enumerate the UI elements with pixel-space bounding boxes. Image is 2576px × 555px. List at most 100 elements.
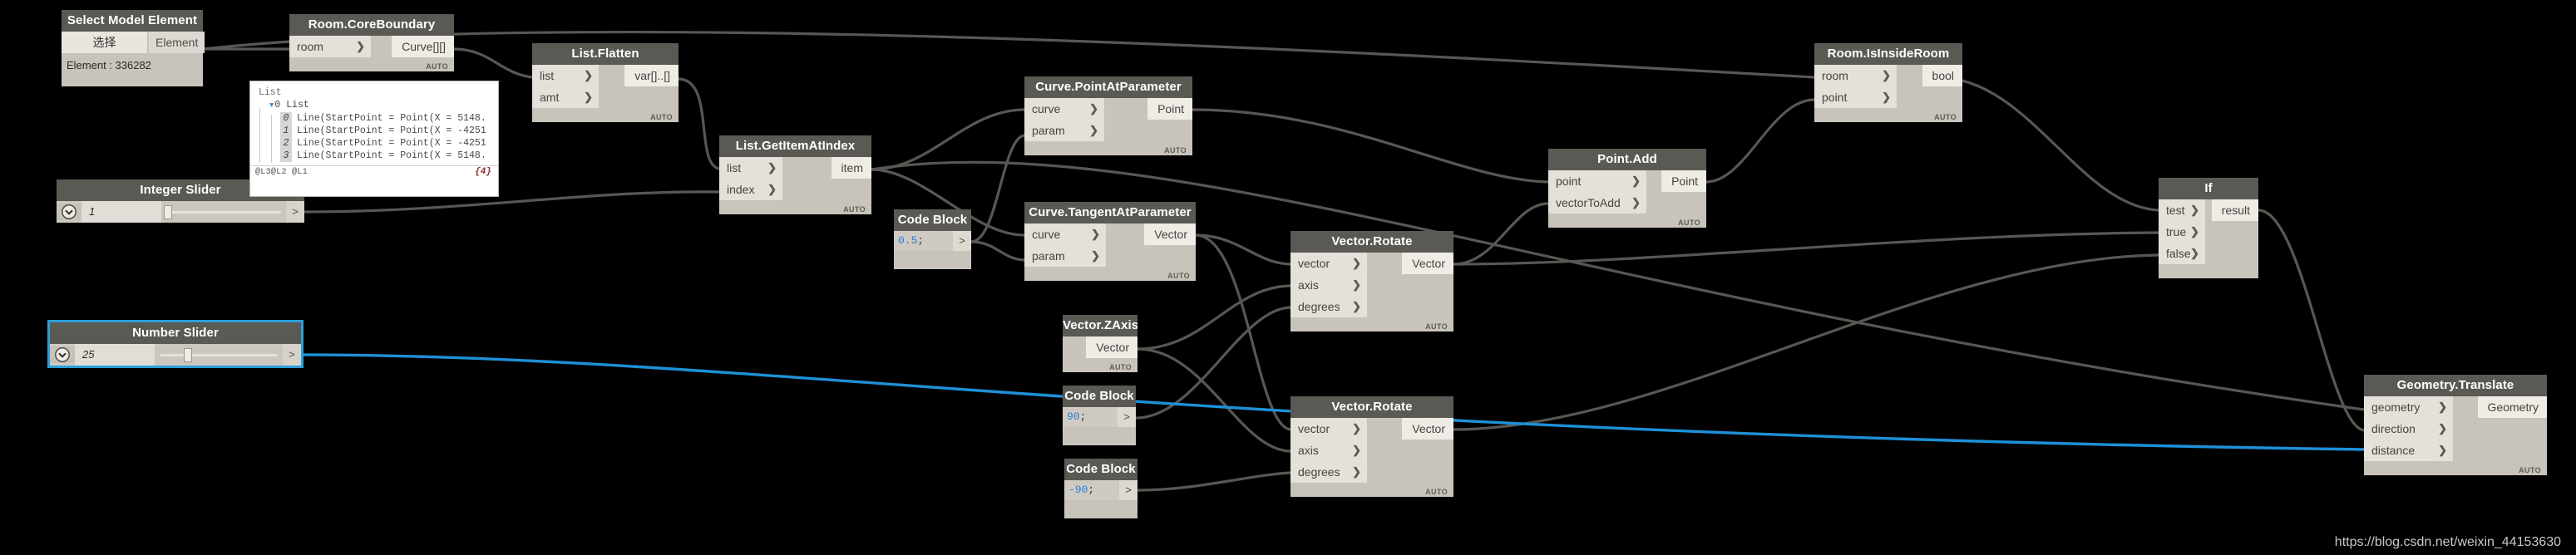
slider-track-line [166, 211, 281, 214]
output-port-item[interactable]: item [831, 157, 871, 179]
slider-thumb[interactable] [184, 348, 192, 362]
run-mode-badge: AUTO [1425, 322, 1448, 331]
run-mode-badge: AUTO [1678, 219, 1700, 227]
input-port-list[interactable]: list [532, 65, 599, 86]
caret-down-icon[interactable]: ▼ [269, 101, 274, 110]
node-footer: AUTO [289, 57, 454, 71]
input-port-true[interactable]: true [2159, 221, 2205, 243]
node-curve-point-at-parameter[interactable]: Curve.PointAtParameter curve param Point… [1024, 76, 1192, 155]
node-footer: AUTO [2364, 461, 2547, 475]
node-code-block-90[interactable]: Code Block 90; > [1063, 386, 1136, 445]
node-title: List.Flatten [532, 43, 679, 65]
output-port-vector[interactable]: Vector [1144, 223, 1196, 245]
input-port-vector[interactable]: vector [1290, 253, 1367, 274]
input-ports: list amt [532, 65, 599, 108]
code-block-editor[interactable]: -90; [1064, 480, 1119, 500]
input-port-distance[interactable]: distance [2364, 440, 2453, 461]
output-port-vector[interactable]: Vector [1086, 336, 1137, 358]
output-port-element[interactable]: Element [149, 32, 205, 53]
input-port-geometry[interactable]: geometry [2364, 396, 2453, 418]
node-title: Code Block [1063, 386, 1136, 407]
node-select-model-element[interactable]: Select Model Element 选择 Element Element … [62, 10, 205, 86]
select-model-element-row: 选择 Element [62, 32, 205, 53]
code-block-editor[interactable]: 90; [1063, 407, 1118, 427]
input-port-curve[interactable]: curve [1024, 98, 1104, 120]
input-port-degrees[interactable]: degrees [1290, 461, 1367, 483]
output-port-bool[interactable]: bool [1922, 65, 1962, 86]
output-port-var[interactable]: var[]..[] [624, 65, 679, 86]
input-port-point[interactable]: point [1548, 170, 1646, 192]
output-port-point[interactable]: Point [1661, 170, 1706, 192]
input-port-direction[interactable]: direction [2364, 418, 2453, 440]
output-port-value[interactable]: > [953, 231, 971, 251]
node-vector-rotate-top[interactable]: Vector.Rotate vector axis degrees Vector… [1290, 231, 1453, 332]
output-port-value[interactable]: > [1118, 407, 1136, 427]
select-button[interactable]: 选择 [62, 32, 149, 53]
input-port-false[interactable]: false [2159, 243, 2205, 264]
list-count: {4} [475, 167, 491, 177]
input-port-vector-to-add[interactable]: vectorToAdd [1548, 192, 1646, 214]
output-port-point[interactable]: Point [1147, 98, 1192, 120]
node-footer: AUTO [1024, 141, 1192, 155]
node-list-get-item-at-index[interactable]: List.GetItemAtIndex list index item AUTO [719, 135, 871, 214]
node-room-is-inside-room[interactable]: Room.IsInsideRoom room point bool AUTO [1814, 43, 1962, 122]
node-body: point vectorToAdd Point [1548, 170, 1706, 214]
node-title: Curve.PointAtParameter [1024, 76, 1192, 98]
node-room-core-boundary[interactable]: Room.CoreBoundary room Curve[][] AUTO [289, 14, 454, 71]
slider-value[interactable]: 25 [75, 344, 155, 366]
output-port-value[interactable]: > [286, 201, 304, 223]
chevron-down-icon[interactable] [50, 346, 75, 363]
node-geometry-translate[interactable]: Geometry.Translate geometry direction di… [2364, 375, 2547, 475]
input-ports: curve param [1024, 98, 1104, 141]
node-if[interactable]: If test true false result [2159, 178, 2258, 278]
slider-row: 25 > [50, 344, 301, 366]
slider-value[interactable]: 1 [81, 201, 161, 223]
node-vector-rotate-bottom[interactable]: Vector.Rotate vector axis degrees Vector… [1290, 396, 1453, 497]
chevron-down-icon[interactable] [57, 204, 81, 220]
dynamo-graph-canvas[interactable]: Select Model Element 选择 Element Element … [0, 0, 2576, 555]
input-port-list[interactable]: list [719, 157, 782, 179]
input-port-room[interactable]: room [1814, 65, 1897, 86]
input-port-axis[interactable]: axis [1290, 440, 1367, 461]
slider-track[interactable] [161, 201, 286, 223]
input-port-param[interactable]: param [1024, 120, 1104, 141]
node-list-flatten[interactable]: List.Flatten list amt var[]..[] AUTO [532, 43, 679, 122]
input-port-axis[interactable]: axis [1290, 274, 1367, 296]
input-port-amt[interactable]: amt [532, 86, 599, 108]
node-point-add[interactable]: Point.Add point vectorToAdd Point AUTO [1548, 149, 1706, 228]
input-port-vector[interactable]: vector [1290, 418, 1367, 440]
node-vector-zaxis[interactable]: Vector.ZAxis Vector AUTO [1063, 315, 1137, 372]
output-port-value[interactable]: > [1119, 480, 1137, 500]
code-block-editor[interactable]: 0.5; [894, 231, 953, 251]
watermark-text: https://blog.csdn.net/weixin_44153630 [2334, 535, 2561, 549]
node-footer: AUTO [1290, 317, 1453, 332]
node-footer: AUTO [719, 200, 871, 214]
output-port-curve[interactable]: Curve[][] [392, 36, 454, 57]
node-number-slider[interactable]: Number Slider 25 > [47, 320, 303, 368]
output-ports: Geometry [2477, 396, 2547, 461]
input-port-test[interactable]: test [2159, 199, 2205, 221]
output-port-vector[interactable]: Vector [1402, 253, 1453, 274]
input-port-room[interactable]: room [289, 36, 371, 57]
code-block-filler [1063, 427, 1136, 445]
list-preview-branch[interactable]: ▼0 List [259, 99, 495, 112]
input-port-point[interactable]: point [1814, 86, 1897, 108]
slider-row: 1 > [57, 201, 304, 223]
output-port-value[interactable]: > [283, 344, 301, 366]
output-port-vector[interactable]: Vector [1402, 418, 1453, 440]
list-preview-footer: @L3@L2 @L1 {4} [250, 165, 498, 181]
output-ports: Vector [1086, 336, 1137, 358]
input-port-curve[interactable]: curve [1024, 223, 1106, 245]
input-port-index[interactable]: index [719, 179, 782, 200]
input-port-param[interactable]: param [1024, 245, 1106, 267]
run-mode-badge: AUTO [650, 113, 673, 121]
slider-thumb[interactable] [164, 205, 172, 219]
list-item-index: 2 [280, 137, 292, 150]
output-port-result[interactable]: result [2211, 199, 2258, 221]
node-code-block-neg90[interactable]: Code Block -90; > [1064, 459, 1137, 518]
node-code-block-half[interactable]: Code Block 0.5; > [894, 209, 971, 269]
output-port-geometry[interactable]: Geometry [2477, 396, 2547, 418]
node-curve-tangent-at-parameter[interactable]: Curve.TangentAtParameter curve param Vec… [1024, 202, 1196, 281]
slider-track[interactable] [155, 344, 283, 366]
input-port-degrees[interactable]: degrees [1290, 296, 1367, 317]
